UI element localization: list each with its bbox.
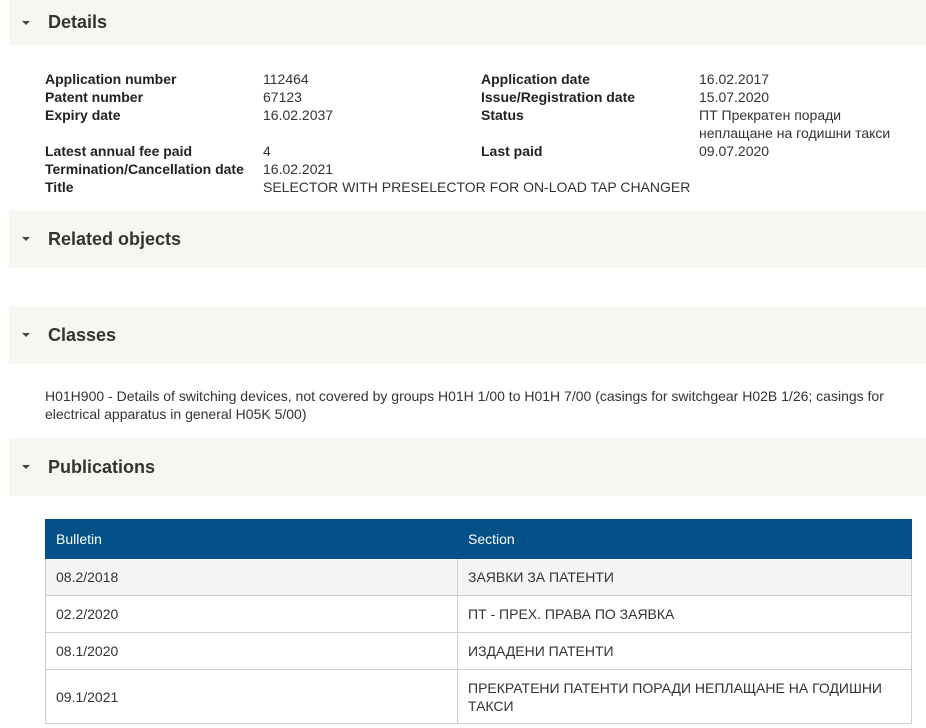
caret-down-icon [22, 237, 30, 241]
section-cell: ИЗДАДЕНИ ПАТЕНТИ [457, 632, 912, 670]
caret-down-icon [22, 465, 30, 469]
status-label: Status [481, 107, 524, 123]
patent-number-value: 67123 [263, 89, 302, 105]
application-number-value: 112464 [263, 71, 309, 87]
section-cell: ЗАЯВКИ ЗА ПАТЕНТИ [457, 558, 912, 596]
table-row: 08.2/2018 ЗАЯВКИ ЗА ПАТЕНТИ [45, 558, 912, 596]
caret-down-icon [22, 333, 30, 337]
section-cell: ПРЕКРАТЕНИ ПАТЕНТИ ПОРАДИ НЕПЛАЩАНЕ НА Г… [457, 669, 912, 724]
bulletin-cell: 02.2/2020 [45, 595, 458, 633]
termination-date-label: Termination/Cancellation date [45, 161, 244, 177]
detail-row: Patent number 67123 Issue/Registration d… [45, 88, 915, 106]
issue-registration-date-value: 15.07.2020 [699, 89, 770, 105]
issue-registration-date-label: Issue/Registration date [481, 89, 636, 105]
bulletin-cell: 09.1/2021 [45, 669, 458, 724]
table-row: 09.1/2021 ПРЕКРАТЕНИ ПАТЕНТИ ПОРАДИ НЕПЛ… [45, 669, 912, 724]
table-row: 08.1/2020 ИЗДАДЕНИ ПАТЕНТИ [45, 632, 912, 670]
last-paid-label: Last paid [481, 143, 543, 159]
detail-row: Application number 112464 Application da… [45, 70, 915, 88]
details-section-header[interactable]: Details [9, 0, 926, 45]
caret-down-icon [22, 20, 30, 25]
expiry-date-value: 16.02.2037 [263, 107, 334, 123]
details-section-title: Details [48, 12, 108, 32]
detail-row: Termination/Cancellation date 16.02.2021 [45, 160, 915, 178]
section-cell: ПТ - ПРЕХ. ПРАВА ПО ЗАЯВКА [457, 595, 912, 633]
patent-number-label: Patent number [45, 89, 144, 105]
expiry-date-label: Expiry date [45, 107, 121, 123]
termination-date-value: 16.02.2021 [263, 161, 334, 177]
bulletin-cell: 08.2/2018 [45, 558, 458, 596]
status-value: ПТ Прекратен поради неплащане на годишни… [699, 107, 891, 141]
related-objects-section-header[interactable]: Related objects [9, 210, 926, 268]
detail-row: Expiry date 16.02.2037 Status ПТ Прекрат… [45, 106, 915, 142]
patent-detail-page: Details Application number 112464 Applic… [0, 0, 926, 728]
latest-annual-fee-label: Latest annual fee paid [45, 143, 193, 159]
detail-row: Latest annual fee paid 4 Last paid 09.07… [45, 142, 915, 160]
related-objects-section-title: Related objects [48, 228, 182, 249]
application-date-label: Application date [481, 71, 590, 87]
publications-section-header[interactable]: Publications [9, 438, 926, 496]
application-date-value: 16.02.2017 [699, 71, 770, 87]
details-grid: Application number 112464 Application da… [45, 70, 915, 196]
bulletin-cell: 08.1/2020 [45, 632, 458, 670]
table-row: 02.2/2020 ПТ - ПРЕХ. ПРАВА ПО ЗАЯВКА [45, 595, 912, 633]
title-label: Title [45, 179, 74, 195]
classification-text: H01H900 - Details of switching devices, … [45, 388, 884, 422]
application-number-label: Application number [45, 71, 177, 87]
bulletin-column-header: Bulletin [45, 519, 458, 559]
last-paid-value: 09.07.2020 [699, 143, 770, 159]
title-value: SELECTOR WITH PRESELECTOR FOR ON-LOAD TA… [263, 179, 691, 195]
section-column-header: Section [457, 519, 912, 559]
publications-section-title: Publications [48, 456, 156, 477]
classes-section-header[interactable]: Classes [9, 306, 926, 364]
detail-row: Title SELECTOR WITH PRESELECTOR FOR ON-L… [45, 178, 915, 196]
table-header-row: Bulletin Section [45, 519, 912, 559]
latest-annual-fee-value: 4 [263, 143, 271, 159]
publications-table: Bulletin Section 08.2/2018 ЗАЯВКИ ЗА ПАТ… [45, 519, 912, 724]
classes-section-title: Classes [48, 324, 117, 345]
